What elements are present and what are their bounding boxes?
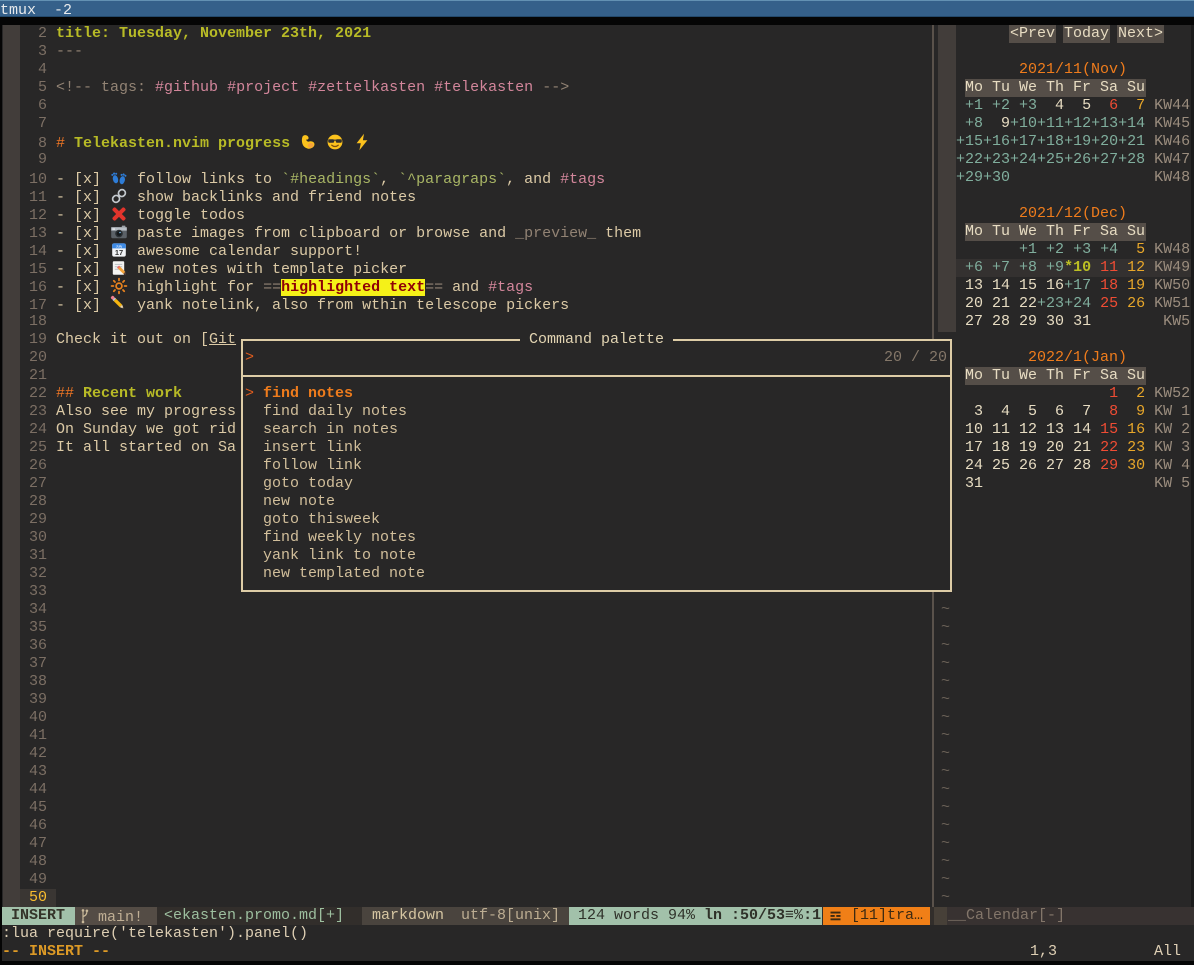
svg-text:17: 17 [115,248,123,257]
